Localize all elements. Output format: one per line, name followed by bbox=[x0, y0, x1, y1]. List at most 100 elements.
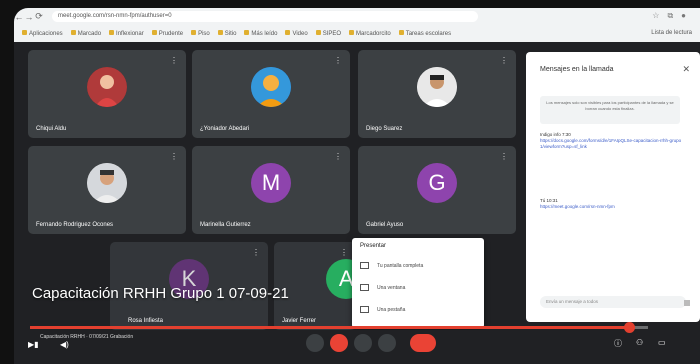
avatar-photo-icon bbox=[87, 162, 127, 203]
people-icon[interactable]: ⚇ bbox=[636, 338, 643, 347]
bookmark-item[interactable]: SIPEO bbox=[315, 29, 341, 37]
meeting-label: Capacitación RRHH · 07/09/21 Grabación bbox=[40, 334, 134, 340]
bookmark-item[interactable]: Lista de lectura bbox=[651, 30, 700, 36]
bookmark-label: Sitio bbox=[224, 30, 237, 37]
message-link[interactable]: https://docs.google.com/forms/d/e/1FAIpQ… bbox=[540, 138, 684, 150]
chat-input[interactable]: Envía un mensaje a todos bbox=[540, 296, 686, 308]
participant-tile[interactable]: ⋮ Diego Suarez bbox=[358, 50, 516, 138]
hang-up-button[interactable] bbox=[410, 334, 436, 352]
chat-info: Los mensajes solo son visibles para los … bbox=[540, 96, 680, 124]
avatar-initial: M bbox=[251, 162, 291, 203]
participant-name: Fernando Rodriguez Ocones bbox=[36, 222, 114, 228]
more-icon[interactable]: ⋮ bbox=[334, 152, 342, 161]
bookmark-label: Inflexionar bbox=[116, 30, 144, 37]
present-option[interactable]: Una pestaña bbox=[360, 306, 405, 313]
reload-icon[interactable]: ⟳ bbox=[34, 11, 44, 22]
present-option[interactable]: Tu pantalla completa bbox=[360, 262, 423, 269]
message-link[interactable]: https://meet.google.com/rsn-nmn-fpm bbox=[540, 204, 684, 210]
present-menu: Presentar Tu pantalla completa Una venta… bbox=[352, 238, 484, 328]
more-options-button[interactable] bbox=[378, 334, 396, 352]
participant-name: ¿Yoniador Abedari bbox=[200, 126, 250, 132]
back-icon[interactable]: ← bbox=[14, 12, 24, 22]
bookmark-label: Prudente bbox=[158, 30, 184, 37]
participant-name: Gabriel Ayuso bbox=[366, 222, 404, 228]
bookmark-label: Tareas escolares bbox=[405, 30, 452, 37]
participant-tile[interactable]: ⋮ Fernando Rodriguez Ocones bbox=[28, 146, 186, 234]
avatar-photo-icon bbox=[417, 66, 457, 107]
bookmark-label: Marcadorcito bbox=[356, 30, 391, 37]
bookmark-item[interactable]: Marcado bbox=[70, 29, 102, 37]
participant-name: Chiqui Aldu bbox=[36, 126, 67, 132]
avatar-photo-icon bbox=[251, 66, 291, 107]
participant-name: Diego Suarez bbox=[366, 126, 403, 132]
avatar bbox=[251, 66, 291, 107]
chat-icon[interactable]: ▭ bbox=[658, 338, 666, 347]
extensions-icon[interactable]: ⧉ bbox=[667, 11, 673, 21]
present-option-label: Tu pantalla completa bbox=[377, 262, 424, 269]
present-option-label: Una pestaña bbox=[377, 306, 406, 313]
more-icon[interactable]: ⋮ bbox=[500, 56, 508, 65]
bookmark-item[interactable]: Inflexionar bbox=[109, 29, 144, 37]
bookmark-item[interactable]: Tareas escolares bbox=[398, 29, 452, 37]
present-option[interactable]: Una ventana bbox=[360, 284, 405, 291]
chat-message: Tú 10:31 https://meet.google.com/rsn-nmn… bbox=[540, 198, 684, 210]
present-option-label: Una ventana bbox=[377, 284, 406, 291]
video-frame: ← → ⟳ meet.google.com/rsn-nmn-fpm/authus… bbox=[0, 0, 700, 364]
avatar-photo-icon bbox=[87, 66, 127, 107]
more-icon[interactable]: ⋮ bbox=[170, 152, 178, 161]
info-icon[interactable]: ⓘ bbox=[614, 338, 622, 349]
bookmark-item[interactable]: Prudente bbox=[151, 29, 184, 37]
browser-actions: ☆ ⧉ ● bbox=[652, 11, 686, 21]
chat-panel: Mensajes en la llamada ✕ Los mensajes so… bbox=[526, 52, 700, 322]
meet-grid: ⋮ Chiqui Aldu ⋮ ¿Yoniador Abedari ⋮ Dieg… bbox=[14, 42, 700, 364]
browser-chrome: ← → ⟳ meet.google.com/rsn-nmn-fpm/authus… bbox=[14, 8, 700, 42]
bookmark-label: Lista de lectura bbox=[651, 30, 692, 36]
volume-icon[interactable]: ◀) bbox=[60, 340, 69, 349]
meet-toolbar: Capacitación RRHH · 07/09/21 Grabación ⓘ… bbox=[14, 330, 700, 364]
more-icon[interactable]: ⋮ bbox=[500, 152, 508, 161]
tab-icon bbox=[360, 306, 369, 313]
participant-name: Javier Ferrer bbox=[282, 318, 317, 324]
address-bar[interactable]: meet.google.com/rsn-nmn-fpm/authuser=0 bbox=[52, 11, 478, 22]
more-icon[interactable]: ⋮ bbox=[340, 248, 348, 257]
chat-message: Indigo info 7:30 https://docs.google.com… bbox=[540, 132, 684, 150]
bookmark-item[interactable]: Más leído bbox=[244, 29, 277, 37]
participant-tile[interactable]: ⋮ G Gabriel Ayuso bbox=[358, 146, 516, 234]
bookmarks-bar: Aplicaciones Marcado Inflexionar Prudent… bbox=[14, 26, 700, 40]
camera-button[interactable] bbox=[330, 334, 348, 352]
present-button[interactable] bbox=[354, 334, 372, 352]
more-icon[interactable]: ⋮ bbox=[334, 56, 342, 65]
bookmark-item[interactable]: Sitio bbox=[217, 29, 237, 37]
bookmark-label: Aplicaciones bbox=[29, 30, 63, 37]
participant-tile[interactable]: ⋮ M Marinella Gutierrez bbox=[192, 146, 350, 234]
participant-name: Marinella Gutierrez bbox=[200, 222, 251, 228]
more-icon[interactable]: ⋮ bbox=[170, 56, 178, 65]
star-icon[interactable]: ☆ bbox=[652, 11, 659, 21]
bookmark-item[interactable]: Aplicaciones bbox=[22, 29, 63, 37]
browser-toolbar: ← → ⟳ meet.google.com/rsn-nmn-fpm/authus… bbox=[14, 8, 700, 25]
bookmark-item[interactable]: Piso bbox=[191, 29, 210, 37]
bookmark-label: Piso bbox=[198, 30, 210, 37]
bookmark-item[interactable]: Marcadorcito bbox=[349, 29, 391, 37]
bookmark-item[interactable]: Video bbox=[285, 29, 308, 37]
play-icon[interactable]: ▶▮ bbox=[28, 340, 39, 349]
participant-name: Rosa Infiesta bbox=[128, 318, 164, 324]
send-icon[interactable] bbox=[684, 300, 690, 306]
avatar bbox=[417, 66, 457, 107]
video-title: Capacitación RRHH Grupo 1 07-09-21 bbox=[32, 285, 289, 302]
window-icon bbox=[360, 284, 369, 291]
participant-tile[interactable]: ⋮ Chiqui Aldu bbox=[28, 50, 186, 138]
participant-tile[interactable]: ⋮ ¿Yoniador Abedari bbox=[192, 50, 350, 138]
avatar bbox=[87, 162, 127, 203]
avatar bbox=[87, 66, 127, 107]
forward-icon[interactable]: → bbox=[24, 12, 34, 22]
profile-icon[interactable]: ● bbox=[681, 11, 686, 21]
monitor-icon bbox=[360, 262, 369, 269]
present-menu-title: Presentar bbox=[360, 243, 387, 249]
close-icon[interactable]: ✕ bbox=[682, 64, 690, 75]
progress-bar[interactable] bbox=[30, 322, 648, 333]
chat-title: Mensajes en la llamada bbox=[540, 66, 614, 73]
more-icon[interactable]: ⋮ bbox=[252, 248, 260, 257]
bookmark-label: Marcado bbox=[77, 30, 102, 37]
mic-button[interactable] bbox=[306, 334, 324, 352]
